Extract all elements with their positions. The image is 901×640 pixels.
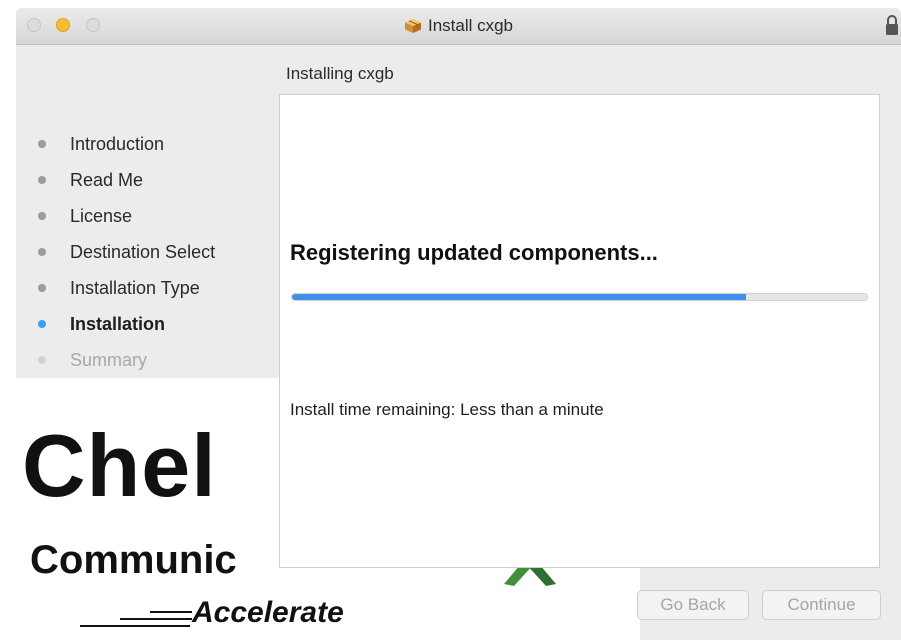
step-label: License xyxy=(70,205,133,226)
title-bar[interactable]: Install cxgb xyxy=(16,8,901,45)
install-status-heading: Registering updated components... xyxy=(290,240,658,265)
install-time-remaining: Install time remaining: Less than a minu… xyxy=(290,400,604,419)
brand-logo-subtitle: Communic xyxy=(30,538,237,582)
step-label: Installation xyxy=(70,313,166,334)
window-title-group: Install cxgb xyxy=(16,8,901,44)
step-summary: Summary xyxy=(38,342,215,378)
continue-button[interactable]: Continue xyxy=(762,590,881,620)
step-label: Read Me xyxy=(70,169,144,190)
step-dot-icon xyxy=(38,212,46,220)
installation-progress-panel: Registering updated components... Instal… xyxy=(279,94,880,568)
pending-step-dot-icon xyxy=(38,356,46,364)
brand-logo-word: Chel xyxy=(22,416,217,515)
go-back-button[interactable]: Go Back xyxy=(637,590,749,620)
speed-lines-icon xyxy=(80,611,192,627)
content-header: Installing cxgb xyxy=(286,64,394,83)
step-read-me: Read Me xyxy=(38,162,215,198)
step-installation: Installation xyxy=(38,306,215,342)
step-dot-icon xyxy=(38,248,46,256)
installer-steps-list: Introduction Read Me License Destination… xyxy=(38,126,215,378)
current-step-dot-icon xyxy=(38,320,46,328)
step-dot-icon xyxy=(38,284,46,292)
install-progress-fill xyxy=(292,294,747,300)
lock-icon xyxy=(886,15,898,35)
install-progress-bar xyxy=(291,293,868,301)
package-icon xyxy=(404,19,421,33)
installer-window: Install cxgb Introduction Read Me Licens… xyxy=(16,8,901,640)
step-label: Destination Select xyxy=(70,241,216,262)
window-title: Install cxgb xyxy=(427,16,514,35)
step-label: Summary xyxy=(70,349,148,370)
step-dot-icon xyxy=(38,176,46,184)
brand-tagline: Accelerate xyxy=(192,596,344,629)
step-introduction: Introduction xyxy=(38,126,215,162)
step-installation-type: Installation Type xyxy=(38,270,215,306)
step-license: License xyxy=(38,198,215,234)
step-label: Introduction xyxy=(70,133,165,154)
step-label: Installation Type xyxy=(70,277,200,298)
step-dot-icon xyxy=(38,140,46,148)
step-destination-select: Destination Select xyxy=(38,234,215,270)
